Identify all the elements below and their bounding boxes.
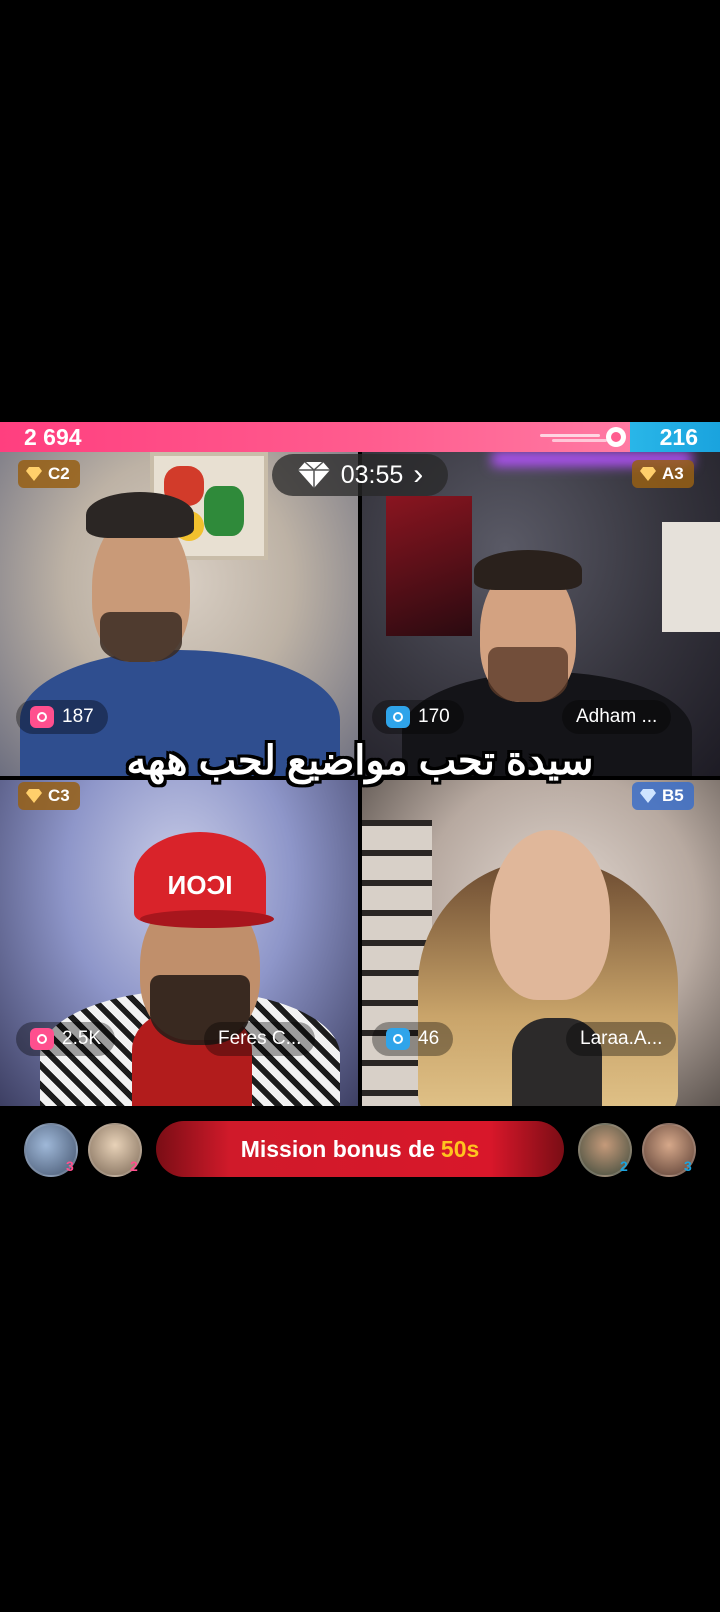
participant-name-label: Laraa.A... bbox=[580, 1028, 663, 1049]
rank-label: C3 bbox=[48, 786, 70, 805]
left-team-score-fill: 2 694 bbox=[0, 422, 630, 452]
participant-name-label: Adham ... bbox=[576, 706, 658, 727]
chevron-right-icon: › bbox=[413, 458, 424, 491]
viewer-icon bbox=[30, 1028, 54, 1050]
gem-icon bbox=[26, 467, 42, 481]
viewer-count-label: 170 bbox=[418, 706, 450, 727]
viewer-count-label: 2.5K bbox=[62, 1028, 102, 1049]
video-tile-2[interactable]: A3 170 Adham ... bbox=[362, 452, 720, 776]
rank-badge: C2 bbox=[18, 460, 80, 488]
gem-icon bbox=[640, 789, 656, 803]
comet-icon bbox=[540, 427, 626, 447]
supporter-rank: 2 bbox=[130, 1158, 138, 1174]
viewer-count[interactable]: 2.5K bbox=[16, 1022, 116, 1056]
red-cap: ICON bbox=[134, 832, 266, 922]
mission-bonus-banner[interactable]: Mission bonus de 50s bbox=[156, 1121, 564, 1177]
rank-label: C2 bbox=[48, 464, 70, 483]
viewer-count[interactable]: 170 bbox=[372, 700, 464, 734]
supporter-rank: 2 bbox=[620, 1158, 628, 1174]
viewer-icon bbox=[30, 706, 54, 728]
video-tile-3[interactable]: ICON C3 2.5K Feres C... bbox=[0, 780, 358, 1106]
right-team-score-fill: 216 bbox=[630, 422, 720, 452]
right-team-score: 216 bbox=[659, 424, 698, 450]
video-tile-1[interactable]: C2 187 bbox=[0, 452, 358, 776]
mission-text: Mission bonus de bbox=[240, 1135, 435, 1162]
rank-badge: B5 bbox=[632, 782, 694, 810]
viewer-icon bbox=[386, 1028, 410, 1050]
rank-label: A3 bbox=[662, 464, 684, 483]
timer-label: 03:55 bbox=[340, 460, 404, 489]
battle-score-bar: 2 694 216 bbox=[0, 422, 720, 452]
participant-name[interactable]: Feres C... bbox=[204, 1022, 316, 1056]
battle-timer[interactable]: 03:55 › bbox=[272, 454, 448, 496]
supporter-rank: 3 bbox=[66, 1158, 74, 1174]
gem-icon bbox=[640, 467, 656, 481]
viewer-count[interactable]: 187 bbox=[16, 700, 108, 734]
participant-name[interactable]: Adham ... bbox=[562, 700, 672, 734]
participant-name[interactable]: Laraa.A... bbox=[566, 1022, 677, 1056]
viewer-count-label: 187 bbox=[62, 706, 94, 727]
supporters-row: 3 2 Mission bonus de 50s 2 3 bbox=[0, 1118, 720, 1182]
rank-badge: A3 bbox=[632, 460, 694, 488]
supporter-rank: 3 bbox=[684, 1158, 692, 1174]
mission-duration: 50s bbox=[440, 1135, 480, 1162]
wall-poster bbox=[386, 496, 472, 636]
viewer-count-label: 46 bbox=[418, 1028, 440, 1049]
left-team-score: 2 694 bbox=[24, 424, 82, 450]
video-caption: سيدة تحب مواضيع لحب ههه bbox=[126, 739, 594, 783]
viewer-icon bbox=[386, 706, 410, 728]
rank-label: B5 bbox=[662, 786, 684, 805]
diamond-icon bbox=[297, 461, 330, 488]
person bbox=[490, 830, 610, 1000]
rank-badge: C3 bbox=[18, 782, 80, 810]
gem-icon bbox=[26, 789, 42, 803]
video-tile-4[interactable]: B5 46 Laraa.A... bbox=[362, 780, 720, 1106]
viewer-count[interactable]: 46 bbox=[372, 1022, 454, 1056]
participant-name-label: Feres C... bbox=[218, 1028, 302, 1049]
